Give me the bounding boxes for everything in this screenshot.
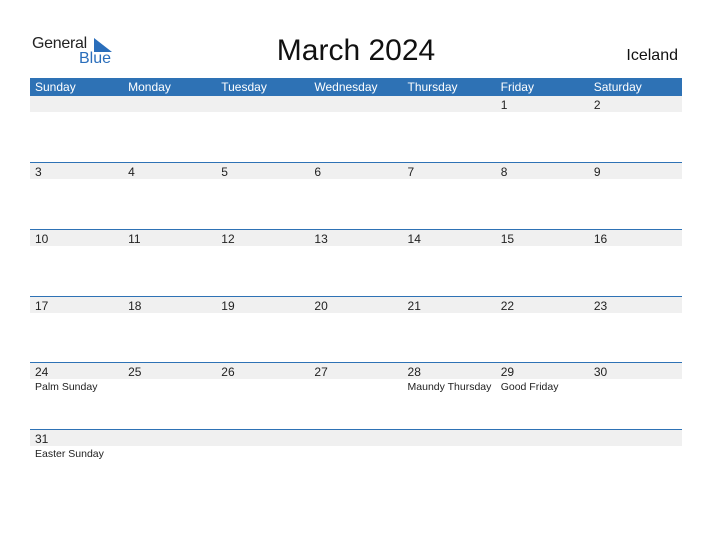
day-cell: 28 Maundy Thursday — [403, 363, 496, 430]
day-cell: 9 — [589, 163, 682, 230]
day-number: 5 — [221, 165, 228, 179]
holiday-label: Maundy Thursday — [407, 381, 492, 393]
day-cell: 23 — [589, 297, 682, 364]
day-cell: 20 — [309, 297, 402, 364]
page-title: March 2024 — [276, 34, 436, 67]
day-cell: 18 — [123, 297, 216, 364]
weekday-wednesday: Wednesday — [314, 80, 378, 94]
day-number: 30 — [593, 365, 608, 379]
day-number: 4 — [128, 165, 135, 179]
day-cell: 3 — [30, 163, 123, 230]
week-row: 3 4 5 6 7 8 9 — [30, 162, 682, 230]
day-number: 17 — [35, 299, 49, 313]
day-cell: 19 — [216, 297, 309, 364]
day-number: 24 — [35, 365, 49, 379]
weekday-thursday: Thursday — [407, 80, 458, 94]
day-number: 13 — [314, 232, 328, 246]
day-number: 2 — [593, 98, 601, 112]
day-cell — [403, 430, 496, 497]
weekday-friday: Friday — [500, 80, 534, 94]
day-number: 15 — [500, 232, 515, 246]
day-number: 25 — [128, 365, 142, 379]
day-cell — [309, 430, 402, 497]
weekday-monday: Monday — [128, 80, 171, 94]
day-cell — [123, 430, 216, 497]
week-row: 10 11 12 13 14 15 16 — [30, 229, 682, 297]
day-cell — [216, 96, 309, 163]
day-cell: 15 — [496, 230, 589, 297]
day-number: 18 — [128, 299, 142, 313]
day-cell: 31 Easter Sunday — [30, 430, 123, 497]
day-number: 16 — [593, 232, 608, 246]
day-number: 20 — [314, 299, 328, 313]
day-number: 8 — [500, 165, 508, 179]
day-number: 27 — [314, 365, 328, 379]
day-cell: 5 — [216, 163, 309, 230]
day-number: 14 — [407, 232, 421, 246]
day-cell — [216, 430, 309, 497]
week-row: 12 — [30, 96, 682, 163]
day-number: 10 — [35, 232, 49, 246]
week-row: 24 Palm Sunday 25 26 27 28 Maundy Thursday 29 Go… — [30, 362, 682, 430]
holiday-label: Palm Sunday — [35, 381, 98, 393]
day-cell: 29 Good Friday — [496, 363, 589, 430]
day-cell: 21 — [403, 297, 496, 364]
day-cell: 24 Palm Sunday — [30, 363, 123, 430]
day-number: 26 — [221, 365, 235, 379]
day-cell: 27 — [309, 363, 402, 430]
weekday-saturday: Saturday — [593, 80, 642, 94]
day-cell — [309, 96, 402, 163]
day-cell: 7 — [403, 163, 496, 230]
week-row: 17 18 19 20 21 22 23 — [30, 296, 682, 364]
day-number: 11 — [128, 232, 141, 246]
day-number: 19 — [221, 299, 235, 313]
country-label: Iceland — [626, 47, 678, 64]
day-number: 28 — [407, 365, 421, 379]
day-cell: 11 — [123, 230, 216, 297]
day-cell: 2 — [589, 96, 682, 163]
day-cell: 22 — [496, 297, 589, 364]
day-number: 9 — [593, 165, 601, 179]
holiday-label: Good Friday — [500, 381, 559, 393]
day-number: 21 — [407, 299, 421, 313]
day-cell: 6 — [309, 163, 402, 230]
day-cell: 26 — [216, 363, 309, 430]
day-cell — [496, 430, 589, 497]
day-number: 1 — [500, 98, 508, 112]
day-cell: 10 — [30, 230, 123, 297]
day-number: 12 — [221, 232, 235, 246]
day-cell — [403, 96, 496, 163]
day-cell: 25 — [123, 363, 216, 430]
weekday-tuesday: Tuesday — [221, 80, 267, 94]
day-cell: 12 — [216, 230, 309, 297]
week-row: 31 Easter Sunday — [30, 429, 682, 497]
day-cell — [30, 96, 123, 163]
day-number: 6 — [314, 165, 322, 179]
day-number: 22 — [500, 299, 515, 313]
holiday-label: Easter Sunday — [35, 448, 104, 460]
day-cell: 13 — [309, 230, 402, 297]
day-cell: 17 — [30, 297, 123, 364]
day-number: 3 — [35, 165, 42, 179]
day-cell — [589, 430, 682, 497]
weekday-header: Sunday Monday Tuesday Wednesday Thursday… — [30, 78, 682, 96]
day-number: 31 — [35, 432, 49, 446]
day-cell: 1 — [496, 96, 589, 163]
day-cell: 14 — [403, 230, 496, 297]
day-cell — [123, 96, 216, 163]
day-number: 7 — [407, 165, 415, 179]
weekday-sunday: Sunday — [35, 80, 76, 94]
day-cell: 30 — [589, 363, 682, 430]
day-number: 29 — [500, 365, 515, 379]
day-cell: 8 — [496, 163, 589, 230]
day-cell: 16 — [589, 230, 682, 297]
day-number: 23 — [593, 299, 608, 313]
day-cell: 4 — [123, 163, 216, 230]
